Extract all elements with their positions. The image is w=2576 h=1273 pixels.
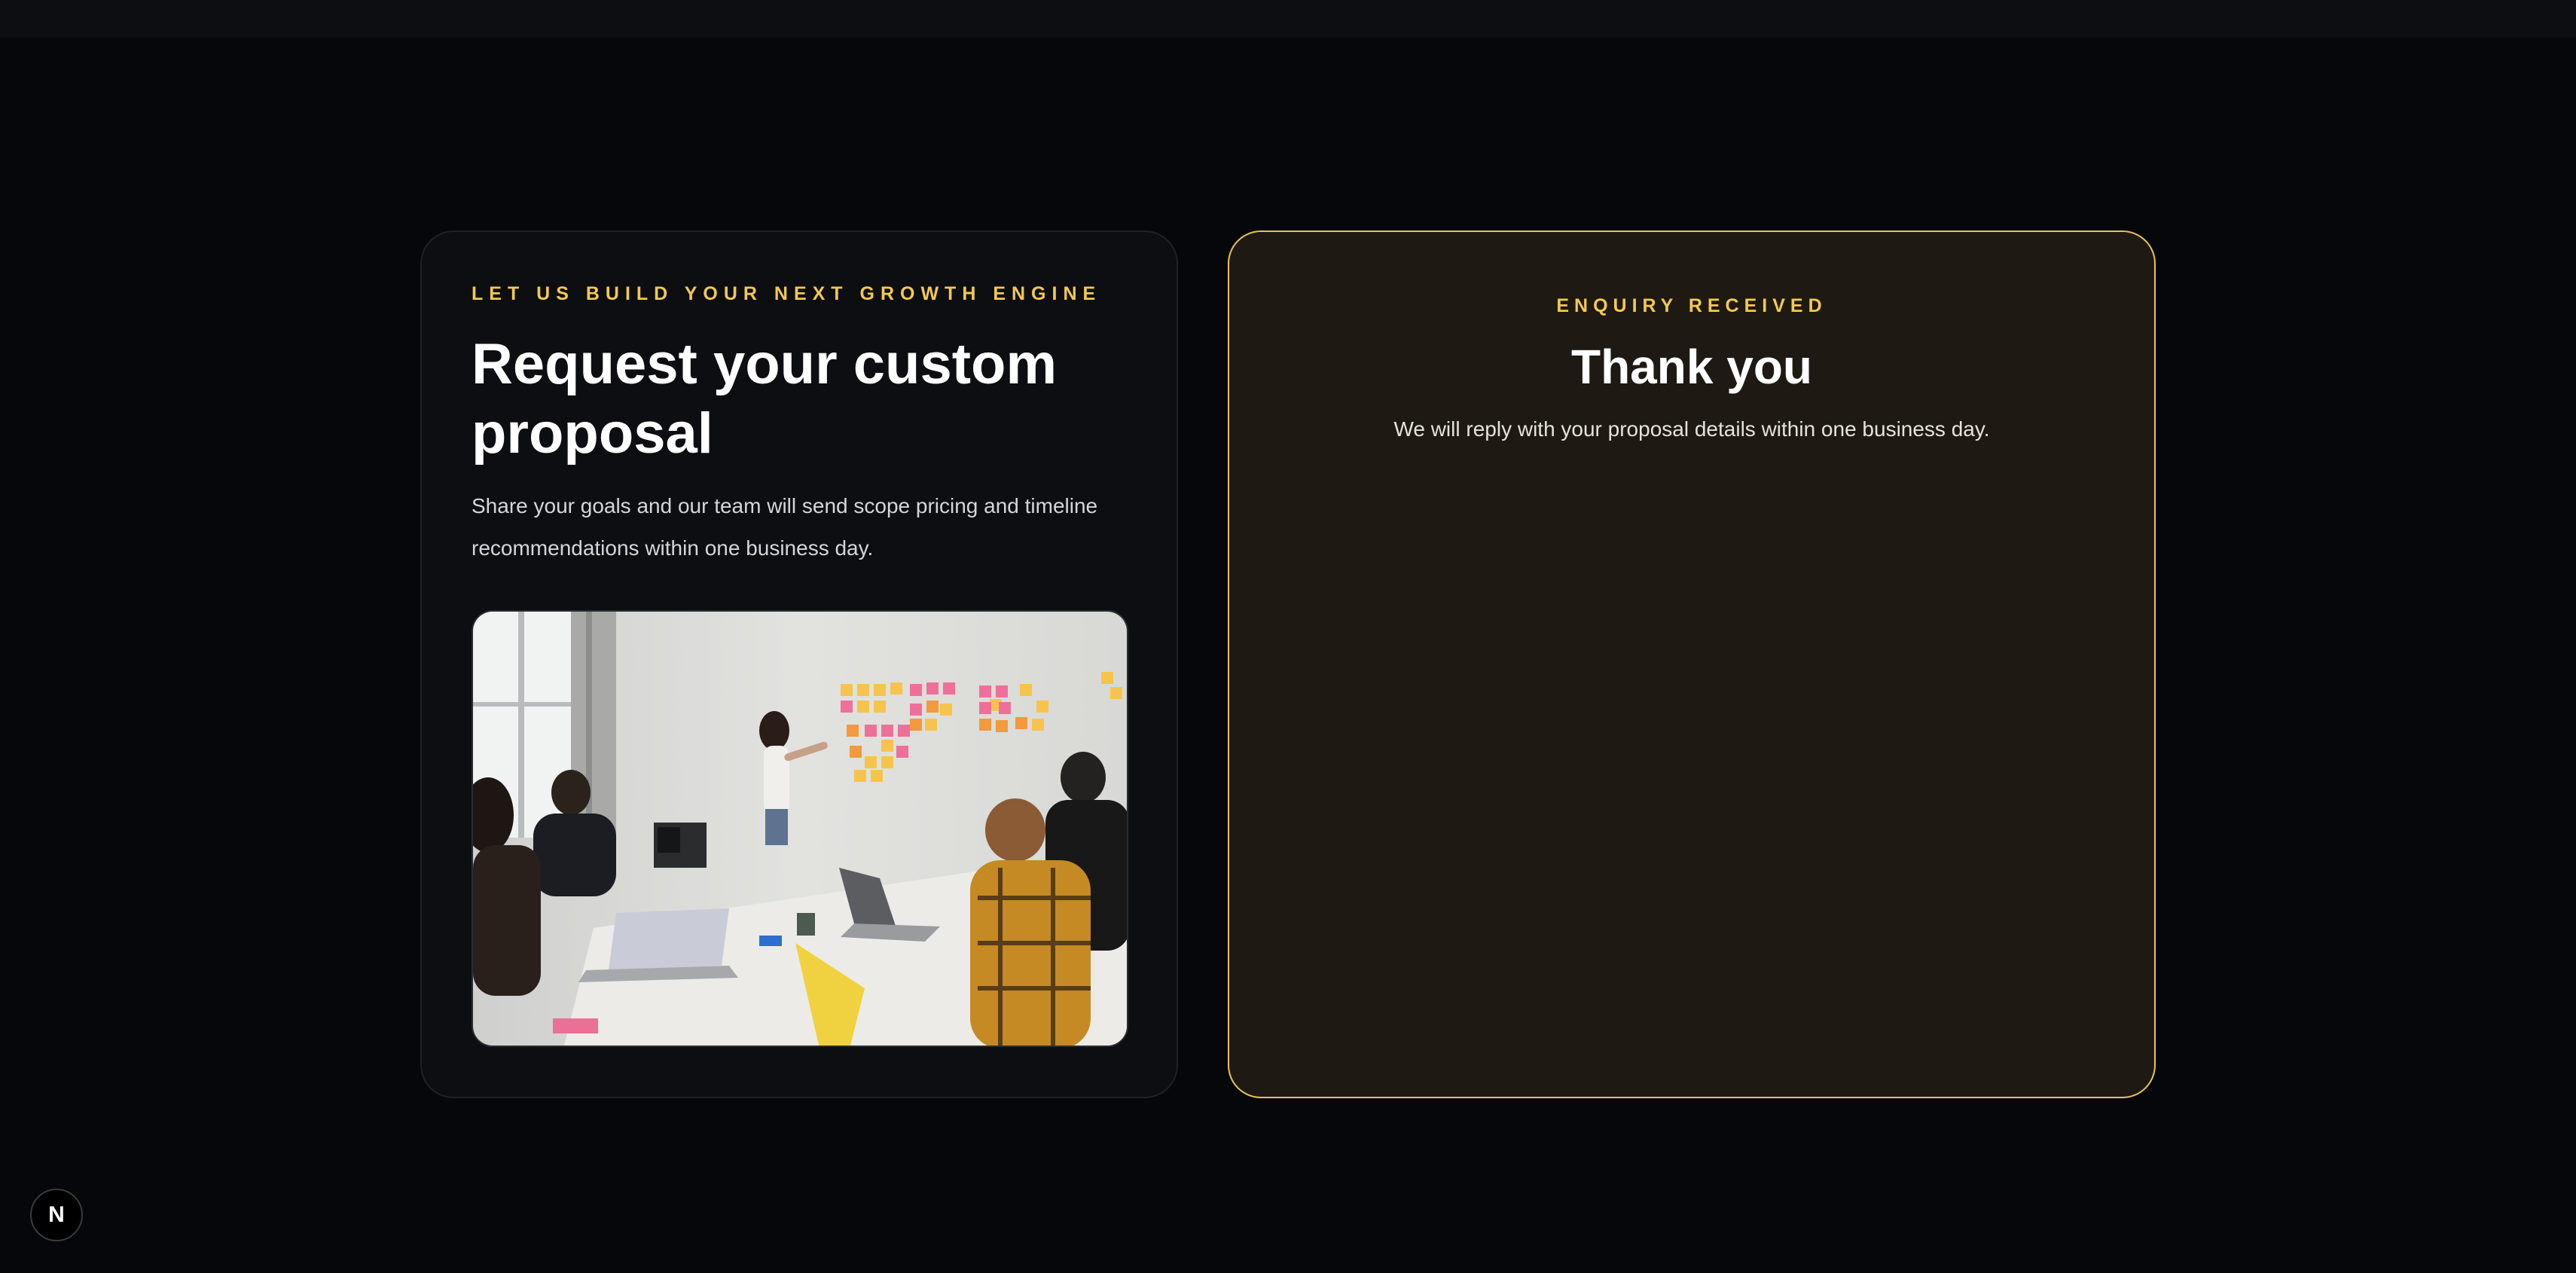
confirmation-card: ENQUIRY RECEIVED Thank you We will reply… [1228,230,2156,1098]
confirmation-message: We will reply with your proposal details… [1393,417,1990,441]
dev-indicator-label: N [48,1202,65,1227]
proposal-title: Request your custom proposal [472,332,1058,466]
top-bar [0,0,2576,38]
proposal-eyebrow: LET US BUILD YOUR NEXT GROWTH ENGINE [472,283,1102,304]
next-logo-icon[interactable]: N [30,1189,83,1241]
confirmation-eyebrow: ENQUIRY RECEIVED [1556,295,1827,316]
proposal-card: LET US BUILD YOUR NEXT GROWTH ENGINE Req… [420,230,1178,1098]
proposal-description: Share your goals and our team will send … [472,494,1098,560]
confirmation-title: Thank you [1570,340,1813,394]
team-meeting-image [472,610,1128,1047]
